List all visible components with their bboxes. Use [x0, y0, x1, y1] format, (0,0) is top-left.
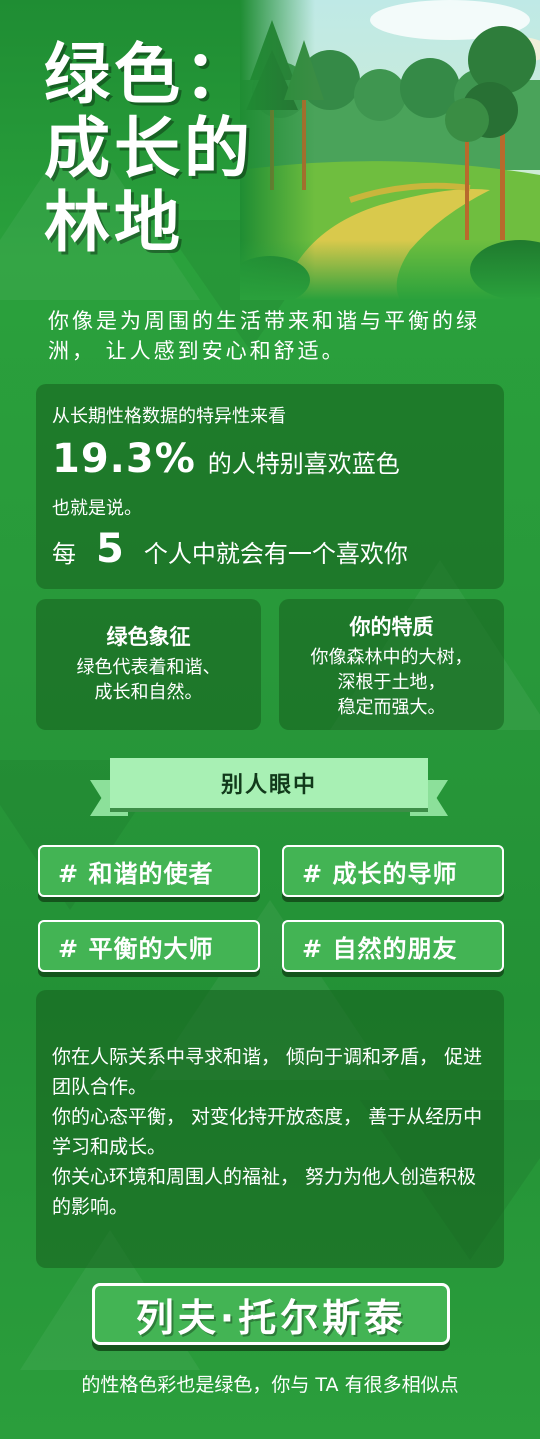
trait-card: 你的特质 你像森林中的大树， 深根于土地， 稳定而强大。 — [279, 599, 504, 730]
stat-transition: 也就是说。 — [52, 498, 142, 519]
stat-percent: 19.3% — [52, 436, 196, 482]
stat-number: 5 — [96, 526, 124, 572]
stat-ratio-row: 每 5 个人中就会有一个喜欢你 — [52, 526, 408, 572]
stat-percent-text: 的人特别喜欢蓝色 — [207, 450, 400, 478]
trait-card-body: 你像森林中的大树， 深根于土地， 稳定而强大。 — [310, 647, 473, 718]
ribbon-label: 别人眼中 — [110, 758, 428, 812]
stat-ratio-text: 个人中就会有一个喜欢你 — [143, 540, 408, 568]
footer-text: 的性格色彩也是绿色，你与 TA 有很多相似点 — [81, 1374, 459, 1396]
tag-growth: # 成长的导师 — [282, 845, 504, 897]
forest-illustration — [240, 0, 540, 300]
stat-every: 每 — [52, 540, 76, 568]
stat-panel: 从长期性格数据的特异性来看 19.3% 的人特别喜欢蓝色 也就是说。 每 5 个… — [36, 384, 504, 589]
description-line: 你在人际关系中寻求和谐， 倾向于调和矛盾， 促进团队合作。 — [52, 1046, 483, 1098]
intro-text: 你像是为周围的生活带来和谐与平衡的绿洲， 让人感到安心和舒适。 — [48, 309, 480, 363]
description-panel: 你在人际关系中寻求和谐， 倾向于调和矛盾， 促进团队合作。 你的心态平衡， 对变… — [36, 990, 504, 1268]
description-text: 你在人际关系中寻求和谐， 倾向于调和矛盾， 促进团队合作。 你的心态平衡， 对变… — [52, 1042, 492, 1222]
stat-percent-row: 19.3% 的人特别喜欢蓝色 — [52, 436, 400, 482]
page-title: 绿色： 成长的 林地 — [44, 36, 254, 261]
tag-harmony: # 和谐的使者 — [38, 845, 260, 897]
tag-balance: # 平衡的大师 — [38, 920, 260, 972]
symbol-card-title: 绿色象征 — [106, 625, 191, 649]
person-name: 列夫·托尔斯泰 — [92, 1283, 450, 1345]
stat-source-text: 从长期性格数据的特异性来看 — [52, 406, 286, 427]
description-line: 你的心态平衡， 对变化持开放态度， 善于从经历中学习和成长。 — [52, 1106, 483, 1158]
tag-nature: # 自然的朋友 — [282, 920, 504, 972]
ribbon-banner: 别人眼中 — [90, 758, 448, 816]
description-line: 你关心环境和周围人的福祉， 努力为他人创造积极的影响。 — [52, 1166, 477, 1218]
symbol-card: 绿色象征 绿色代表着和谐、 成长和自然。 — [36, 599, 261, 730]
symbol-card-body: 绿色代表着和谐、 成长和自然。 — [76, 657, 221, 703]
trait-card-title: 你的特质 — [349, 615, 434, 639]
